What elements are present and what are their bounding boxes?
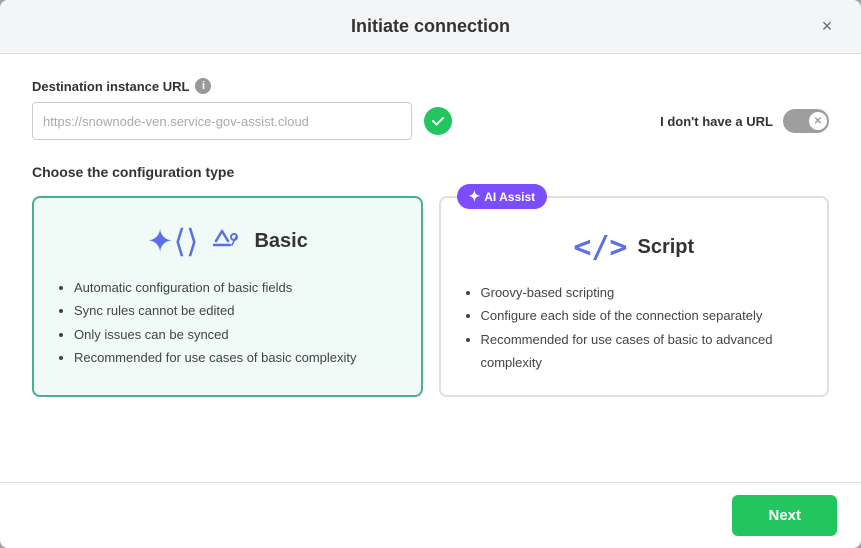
card-script-header: </> Script	[461, 230, 808, 265]
url-row: I don't have a URL ✕	[32, 102, 829, 140]
card-script-title: Script	[638, 236, 695, 259]
modal-title: Initiate connection	[351, 16, 510, 37]
card-basic-title: Basic	[254, 230, 307, 253]
cards-row: ✦⟨⟩ Basic Automatic configuration of bas…	[32, 196, 829, 397]
sparkle-icon: ✦⟨⟩	[147, 222, 199, 260]
card-script-features: Groovy-based scripting Configure each si…	[461, 281, 808, 375]
modal: Initiate connection × Destination instan…	[0, 0, 861, 548]
next-button[interactable]: Next	[732, 495, 837, 536]
ai-assist-badge[interactable]: ✦ AI Assist	[457, 184, 548, 209]
script-code-icon: </>	[573, 230, 627, 265]
no-url-toggle[interactable]: ✕	[783, 109, 829, 133]
url-field-label: Destination instance URL i	[32, 78, 829, 94]
close-button[interactable]: ×	[813, 13, 841, 41]
card-script[interactable]: ✦ AI Assist </> Script Groovy-based scri…	[439, 196, 830, 397]
url-valid-icon	[424, 107, 452, 135]
url-input[interactable]	[32, 102, 412, 140]
modal-body: Destination instance URL i I don't have …	[0, 54, 861, 482]
modal-overlay: Initiate connection × Destination instan…	[0, 0, 861, 548]
info-icon[interactable]: i	[195, 78, 211, 94]
modal-footer: Next	[0, 482, 861, 548]
toggle-knob: ✕	[809, 112, 827, 130]
card-basic-header: ✦⟨⟩ Basic	[54, 222, 401, 260]
card-basic-features: Automatic configuration of basic fields …	[54, 276, 401, 370]
modal-header: Initiate connection ×	[0, 0, 861, 54]
config-section-label: Choose the configuration type	[32, 164, 829, 180]
basic-icon	[208, 223, 244, 259]
no-url-label: I don't have a URL ✕	[660, 109, 829, 133]
card-basic[interactable]: ✦⟨⟩ Basic Automatic configuration of bas…	[32, 196, 423, 397]
